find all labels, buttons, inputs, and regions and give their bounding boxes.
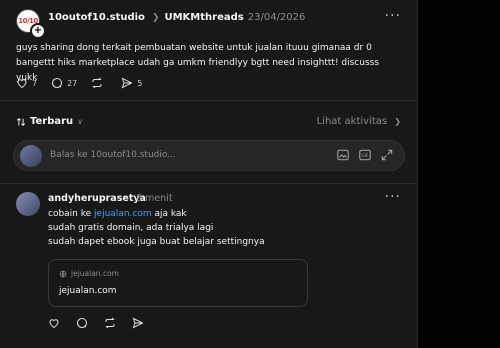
original-post: 10/10 + 10outof10.studio ❯ UMKMthreads 2… <box>0 0 417 98</box>
repost-icon[interactable] <box>104 317 116 329</box>
expand-icon[interactable] <box>380 148 394 162</box>
sort-dropdown[interactable]: Terbaru ∨ <box>16 116 83 127</box>
comment-text: cobain ke jejualan.com aja kak sudah gra… <box>48 209 265 247</box>
thread-panel: 10/10 + 10outof10.studio ❯ UMKMthreads 2… <box>0 0 418 348</box>
repost-button[interactable] <box>91 77 107 89</box>
current-user-avatar <box>20 145 42 167</box>
commenter-avatar[interactable] <box>16 192 40 216</box>
chevron-right-icon: ❯ <box>394 117 401 126</box>
reply-placeholder: Balas ke 10outof10.studio... <box>50 150 176 160</box>
send-icon[interactable] <box>132 317 144 329</box>
share-button[interactable]: 5 <box>121 77 142 89</box>
link-preview-card[interactable]: jejualan.com jejualan.com <box>48 259 308 307</box>
comment-link[interactable]: jejualan.com <box>94 209 152 219</box>
comment-time: 8 menit <box>136 193 173 204</box>
comment-count: 27 <box>67 78 78 88</box>
link-domain: jejualan.com <box>71 269 119 278</box>
divider <box>0 183 417 184</box>
like-count: 7 <box>32 78 38 88</box>
follow-plus-icon[interactable]: + <box>30 23 46 39</box>
repost-icon <box>92 77 102 89</box>
comment-button[interactable]: 27 <box>51 77 77 89</box>
like-button[interactable]: 7 <box>16 77 37 89</box>
sort-label: Terbaru <box>30 116 74 127</box>
reply-input[interactable]: Balas ke 10outof10.studio... GIF <box>13 140 405 171</box>
page-background <box>418 0 500 348</box>
link-title: jejualan.com <box>59 286 117 296</box>
post-more-options-button[interactable]: ··· <box>385 8 401 24</box>
view-activity-link[interactable]: Lihat aktivitas ❯ <box>317 116 401 127</box>
comment-actions <box>48 317 144 329</box>
comment-icon[interactable] <box>76 317 88 329</box>
post-author-username[interactable]: 10outof10.studio <box>48 12 145 23</box>
send-icon <box>121 77 133 89</box>
sort-icon <box>16 117 26 126</box>
post-actions: 7 27 5 <box>16 77 156 89</box>
community-name[interactable]: UMKMthreads <box>164 12 243 23</box>
share-count: 5 <box>137 78 143 88</box>
chevron-down-icon: ∨ <box>77 117 84 126</box>
post-date: 23/04/2026 <box>247 12 306 23</box>
divider <box>0 100 417 101</box>
image-icon[interactable] <box>336 148 350 162</box>
comment-more-options-button[interactable]: ··· <box>385 189 401 205</box>
gif-icon[interactable]: GIF <box>358 148 372 162</box>
chevron-right-icon: ❯ <box>151 12 160 23</box>
reply-tools: GIF <box>336 148 394 162</box>
globe-icon <box>59 270 67 277</box>
comment-icon <box>52 78 63 88</box>
post-header: 10outof10.studio ❯ UMKMthreads 23/04/202… <box>48 12 305 23</box>
svg-text:GIF: GIF <box>362 153 369 158</box>
heart-icon <box>17 79 27 89</box>
heart-icon[interactable] <box>48 317 60 329</box>
commenter-username[interactable]: andyheruprasetya <box>48 193 146 204</box>
